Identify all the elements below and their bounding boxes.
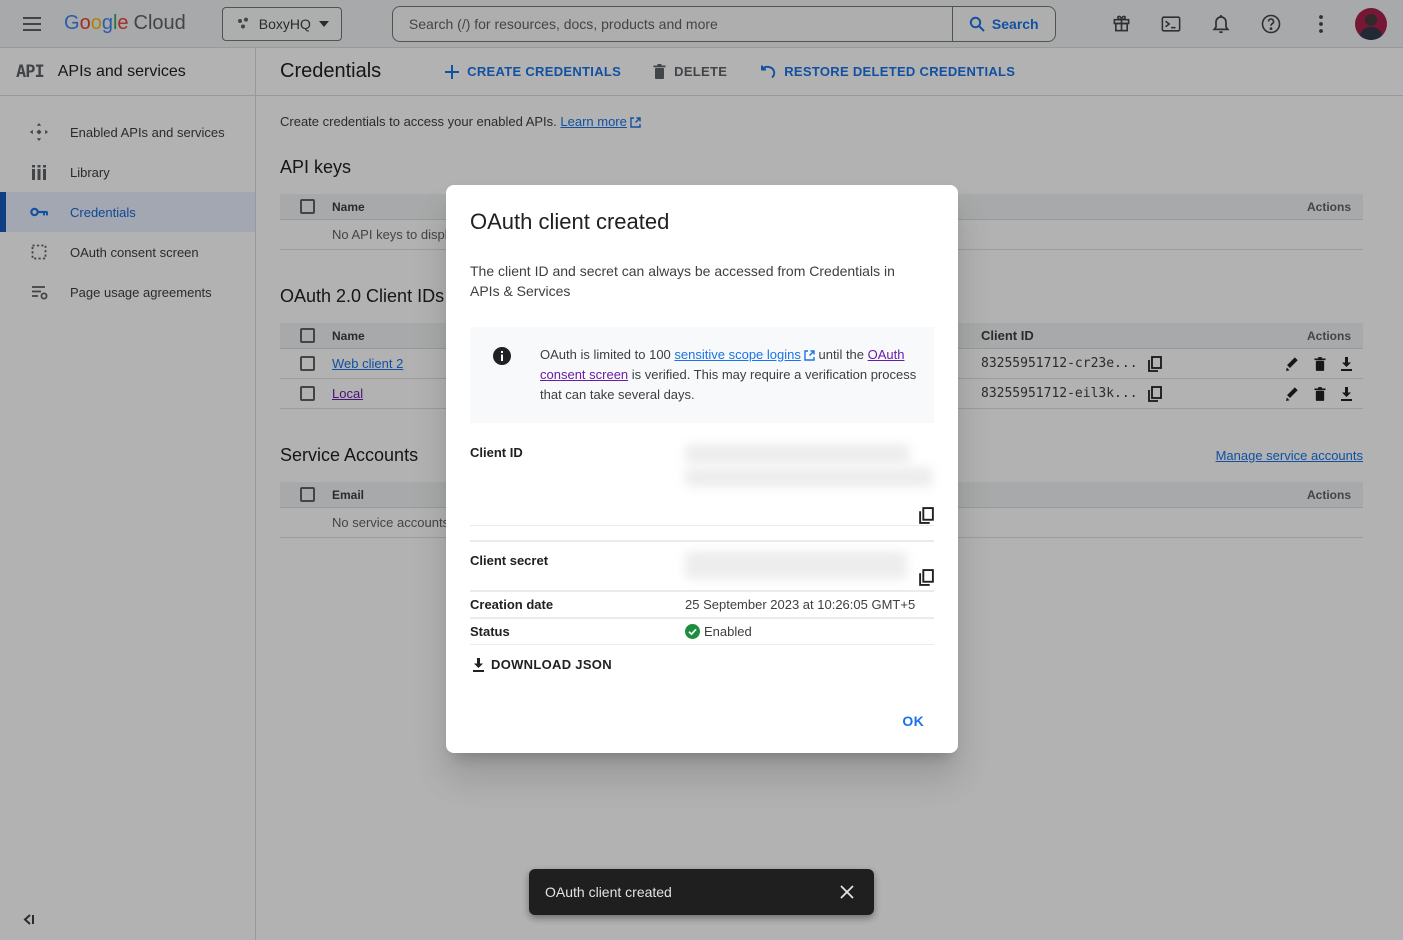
client-id-redacted (685, 444, 910, 464)
notice-pre: OAuth is limited to 100 (540, 347, 674, 362)
notice-text: OAuth is limited to 100 sensitive scope … (540, 345, 920, 405)
status-badge: Enabled (704, 624, 752, 639)
verification-notice: OAuth is limited to 100 sensitive scope … (470, 327, 934, 423)
client-id-redacted (685, 467, 933, 487)
download-json-button[interactable]: DOWNLOAD JSON (472, 657, 612, 672)
copy-client-id-icon[interactable] (919, 507, 934, 524)
client-secret-label: Client secret (470, 550, 685, 568)
download-json-label: DOWNLOAD JSON (491, 657, 612, 672)
status-row: Status Enabled (470, 618, 934, 645)
snackbar: OAuth client created (529, 869, 874, 915)
snackbar-message: OAuth client created (545, 884, 672, 900)
close-icon[interactable] (834, 879, 860, 905)
client-secret-redacted (685, 551, 907, 579)
download-icon (472, 658, 485, 672)
creation-date-row: Creation date 25 September 2023 at 10:26… (470, 591, 934, 618)
copy-client-secret-icon[interactable] (919, 569, 934, 586)
field-spacer (470, 526, 934, 541)
client-secret-row: Client secret (470, 541, 934, 591)
oauth-created-dialog: OAuth client created The client ID and s… (446, 185, 958, 753)
sensitive-scope-logins-link[interactable]: sensitive scope logins (674, 347, 800, 362)
notice-mid: until the (815, 347, 868, 362)
creation-date-value: 25 September 2023 at 10:26:05 GMT+5 (685, 597, 934, 612)
external-link-icon (804, 350, 815, 361)
info-icon (480, 345, 524, 405)
creation-date-label: Creation date (470, 597, 685, 612)
client-id-row: Client ID (470, 437, 934, 526)
dialog-fields: Client ID Client secret Creation date 25… (470, 437, 934, 645)
dialog-body-text: The client ID and secret can always be a… (470, 261, 910, 301)
client-id-label: Client ID (470, 442, 685, 460)
check-circle-icon (685, 624, 700, 639)
ok-button[interactable]: OK (892, 705, 934, 737)
status-label: Status (470, 624, 685, 639)
dialog-title: OAuth client created (470, 209, 934, 235)
